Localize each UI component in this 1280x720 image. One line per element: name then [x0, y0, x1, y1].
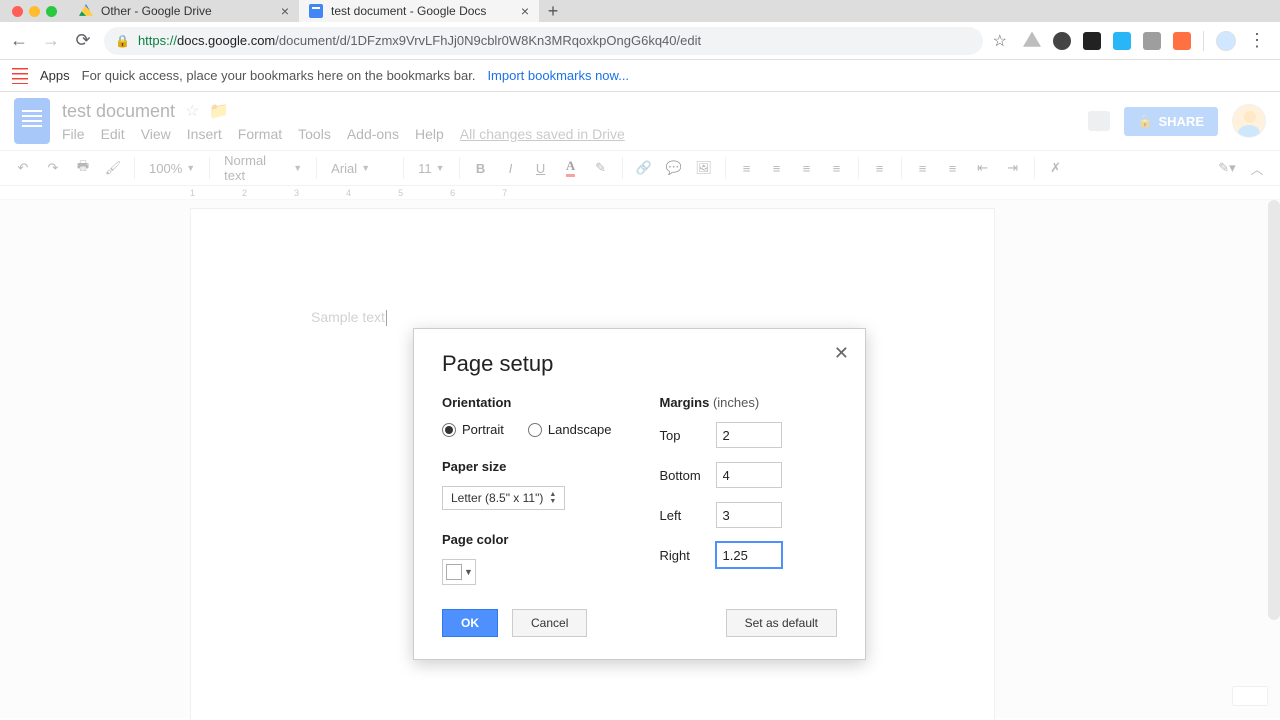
bookmarks-message: For quick access, place your bookmarks h… [82, 68, 476, 83]
extension-drive-icon[interactable] [1023, 32, 1041, 50]
margin-bottom-label: Bottom [660, 468, 716, 483]
margin-right-input[interactable] [716, 542, 782, 568]
back-button[interactable]: ← [8, 30, 30, 51]
set-default-button[interactable]: Set as default [726, 609, 837, 637]
cancel-button[interactable]: Cancel [512, 609, 587, 637]
select-arrows-icon: ▲▼ [549, 491, 556, 505]
profile-avatar-icon[interactable] [1216, 31, 1236, 51]
extension-orange-icon[interactable] [1173, 32, 1191, 50]
tab-close-icon[interactable]: × [281, 4, 289, 18]
extension-pinterest-icon[interactable] [1053, 32, 1071, 50]
tab-strip: Other - Google Drive × test document - G… [0, 0, 1280, 22]
chevron-down-icon: ▼ [462, 567, 475, 577]
paper-size-select[interactable]: Letter (8.5" x 11") ▲▼ [442, 486, 565, 510]
tab-docs[interactable]: test document - Google Docs × [299, 0, 539, 22]
bookmarks-bar: Apps For quick access, place your bookma… [0, 60, 1280, 92]
apps-grid-icon[interactable] [12, 68, 28, 84]
apps-label[interactable]: Apps [40, 68, 70, 83]
orientation-portrait-radio[interactable]: Portrait [442, 422, 504, 437]
orientation-label: Orientation [442, 395, 620, 410]
bookmark-star-icon[interactable]: ☆ [993, 31, 1007, 51]
lock-icon: 🔒 [115, 34, 130, 48]
paper-size-label: Paper size [442, 459, 620, 474]
forward-button[interactable]: → [40, 30, 62, 51]
tab-title: test document - Google Docs [331, 4, 513, 18]
extension-iq-icon[interactable] [1113, 32, 1131, 50]
margins-label: Margins (inches) [660, 395, 838, 410]
page-color-label: Page color [442, 532, 620, 547]
radio-icon [442, 423, 456, 437]
reload-button[interactable]: ⟳ [72, 30, 94, 51]
dialog-close-button[interactable]: ✕ [834, 343, 849, 364]
minimize-window[interactable] [29, 6, 40, 17]
window-controls [0, 0, 69, 22]
tab-drive[interactable]: Other - Google Drive × [69, 0, 299, 22]
page-setup-dialog: ✕ Page setup Orientation Portrait Landsc… [413, 328, 866, 660]
radio-label: Portrait [462, 422, 504, 437]
browser-menu-icon[interactable]: ⋮ [1248, 30, 1266, 51]
new-tab-button[interactable]: + [539, 0, 567, 22]
margin-left-label: Left [660, 508, 716, 523]
page-color-picker[interactable]: ▼ [442, 559, 476, 585]
dialog-title: Page setup [442, 351, 837, 377]
close-window[interactable] [12, 6, 23, 17]
margin-top-input[interactable] [716, 422, 782, 448]
docs-favicon [309, 4, 323, 18]
url-host: docs.google.com [177, 33, 275, 48]
orientation-landscape-radio[interactable]: Landscape [528, 422, 612, 437]
import-bookmarks-link[interactable]: Import bookmarks now... [487, 68, 629, 83]
browser-toolbar: ← → ⟳ 🔒 https://docs.google.com/document… [0, 22, 1280, 60]
tab-close-icon[interactable]: × [521, 4, 529, 18]
margin-right-label: Right [660, 548, 716, 563]
extension-buffer-icon[interactable] [1083, 32, 1101, 50]
margin-left-input[interactable] [716, 502, 782, 528]
paper-size-value: Letter (8.5" x 11") [451, 491, 543, 505]
margin-bottom-input[interactable] [716, 462, 782, 488]
drive-favicon [79, 4, 93, 18]
url-protocol: https:// [138, 33, 177, 48]
tab-title: Other - Google Drive [101, 4, 273, 18]
extension-box-icon[interactable] [1143, 32, 1161, 50]
color-swatch-icon [446, 564, 462, 580]
url-path: /document/d/1DFzmx9VrvLFhJj0N9cblr0W8Kn3… [275, 33, 701, 48]
address-bar[interactable]: 🔒 https://docs.google.com/document/d/1DF… [104, 27, 983, 55]
margin-top-label: Top [660, 428, 716, 443]
radio-icon [528, 423, 542, 437]
zoom-window[interactable] [46, 6, 57, 17]
radio-label: Landscape [548, 422, 612, 437]
ok-button[interactable]: OK [442, 609, 498, 637]
